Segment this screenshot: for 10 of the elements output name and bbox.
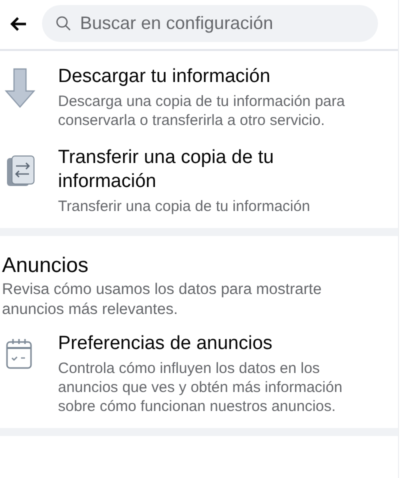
down-arrow-icon bbox=[4, 67, 36, 109]
section-heading: Anuncios bbox=[1, 253, 90, 279]
setting-description: Transferir una copia de tu información bbox=[58, 197, 312, 216]
section-description: Revisa cómo usamos los datos para mostrarte anuncios más relevantes. bbox=[1, 280, 323, 320]
setting-title[interactable]: Descargar tu información bbox=[58, 65, 368, 89]
setting-title[interactable]: Preferencias de anuncios bbox=[58, 332, 368, 356]
setting-description: Descarga una copia de tu información para conservarla o transferirla a otro servicio. bbox=[58, 92, 346, 130]
setting-title[interactable]: Transferir una copia de tu información bbox=[58, 146, 368, 194]
search-field[interactable]: Buscar en configuración bbox=[42, 5, 378, 42]
setting-description: Controla cómo influyen los datos en los anuncios que ves y obtén más información sobre cómo funcionan nuestros anuncios. bbox=[58, 359, 344, 416]
